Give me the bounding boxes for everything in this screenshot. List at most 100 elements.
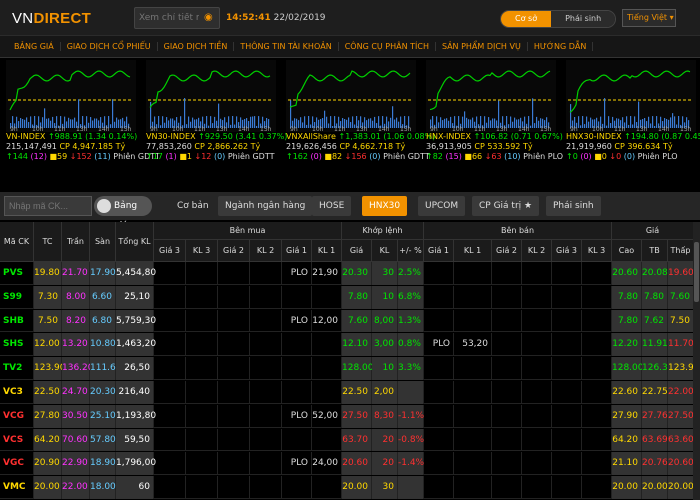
- col-header-14[interactable]: Giá 1: [424, 240, 454, 262]
- menu-item-2[interactable]: GIAO DỊCH TIỀN: [158, 42, 235, 51]
- col-header-1[interactable]: TC: [34, 222, 62, 262]
- col-header-12[interactable]: KL: [372, 240, 398, 262]
- cell-t-ng-kl: 5,759,30: [116, 309, 156, 333]
- cell-kl-2: [522, 404, 552, 428]
- eye-icon[interactable]: ◉: [204, 12, 215, 23]
- col-header-6[interactable]: KL 3: [186, 240, 218, 262]
- col-header-4[interactable]: Tổng KL: [116, 222, 154, 262]
- table-row[interactable]: S99 7.30 8.00 6.60 25,10 7.80 10 6.8% 7.80 7.80 7.…: [0, 285, 700, 309]
- volume-bar: [28, 122, 30, 128]
- cell-tr-n: 70.60: [62, 428, 90, 452]
- cell-kl-3: [582, 309, 612, 333]
- table-row[interactable]: SHS 12.00 13.20 10.80 1,463,20 12.10 3,00 0.8% P…: [0, 333, 700, 357]
- tab-base[interactable]: Cơ sở: [501, 11, 552, 27]
- index-chart-4[interactable]: 9h 10h 11h 13h 14h 15h HNX30-INDEX ↑194.80 (0.…: [566, 60, 700, 162]
- col-header-19[interactable]: KL 3: [582, 240, 612, 262]
- col-header-15[interactable]: KL 1: [454, 240, 492, 262]
- volume-bar: [230, 124, 232, 128]
- table-row[interactable]: VCS 64.20 70.60 57.80 59,50 63.70 20 -0.8% 64.20…: [0, 428, 700, 452]
- col-header-20[interactable]: Cao: [612, 240, 642, 262]
- derivatives-button[interactable]: Phái sinh: [546, 196, 601, 216]
- volume-bar: [44, 108, 46, 128]
- cell-gi-3: [552, 285, 582, 309]
- volume-bar: [304, 116, 306, 128]
- col-header-3[interactable]: Sàn: [90, 222, 116, 262]
- col-header-8[interactable]: KL 2: [250, 240, 282, 262]
- menu-item-1[interactable]: GIAO DỊCH CỔ PHIẾU: [61, 42, 158, 51]
- col-header-17[interactable]: KL 2: [522, 240, 552, 262]
- volume-bar: [530, 125, 532, 128]
- col-header-0[interactable]: Mã CK: [0, 222, 34, 262]
- volume-bar: [68, 117, 70, 128]
- index-chart-0[interactable]: 9h 10h 11h 13h 14h 15h VN-INDEX ↑988.91 (1.34 …: [6, 60, 160, 162]
- cell-kl-1: [312, 285, 342, 309]
- volume-bar: [324, 110, 326, 128]
- hnx30-button[interactable]: HNX30: [362, 196, 408, 216]
- cell-cao: 7.80: [612, 285, 642, 309]
- cell-gi-1: [282, 476, 312, 499]
- vndirect-logo[interactable]: VNDIRECT: [12, 10, 91, 27]
- tab-derivatives[interactable]: Phái sinh: [551, 11, 616, 27]
- cp-value-button[interactable]: CP Giá trị ★: [472, 196, 540, 216]
- col-header-18[interactable]: Giá 3: [552, 240, 582, 262]
- table-row[interactable]: SHB 7.50 8.20 6.80 5,759,30 PLO 12,00 7.60 8,00 1…: [0, 309, 700, 333]
- volume-bar: [302, 122, 304, 128]
- menu-item-5[interactable]: SẢN PHẨM DỊCH VỤ: [436, 42, 528, 51]
- volume-bar: [26, 117, 28, 128]
- col-header-22[interactable]: Thấp: [668, 240, 694, 262]
- index-chart-1[interactable]: 9h 10h 11h 13h 14h 15h VN30-INDEX ↑929.50 (3.4…: [146, 60, 287, 162]
- menu-item-3[interactable]: THÔNG TIN TÀI KHOẢN: [234, 42, 339, 51]
- volume-bar: [390, 117, 392, 128]
- col-header-9[interactable]: Giá 1: [282, 240, 312, 262]
- ceiling-count: (0): [310, 152, 325, 161]
- table-row[interactable]: PVS 19.80 21.70 17.90 5,454,80 PLO 21,90 20.30 3…: [0, 262, 700, 285]
- hose-button[interactable]: HOSE: [312, 196, 352, 216]
- table-row[interactable]: TV2 123.90 136.20 111.60 26,50 128.00 10 3.3% 12…: [0, 357, 700, 380]
- unchanged: ■82: [324, 152, 345, 161]
- cell-kl-2: [522, 428, 552, 452]
- cell-gi-2: [218, 476, 250, 499]
- bank-sector-button[interactable]: Ngành ngân hàng: [218, 196, 313, 216]
- cell-kl-1: [454, 262, 492, 285]
- cell-s-n: 20.30: [90, 381, 116, 404]
- col-header-13[interactable]: +/- %: [398, 240, 424, 262]
- board-switch[interactable]: Bảng giá: [94, 196, 152, 231]
- volume-bar: [70, 119, 72, 128]
- cell-gi-2: [492, 285, 522, 309]
- cell-kl-2: [250, 404, 282, 428]
- col-header-5[interactable]: Giá 3: [154, 240, 186, 262]
- col-header-11[interactable]: Giá: [342, 240, 372, 262]
- index-chart-3[interactable]: 9h 10h 11h 13h 14h 15h HNX-INDEX ↑106.82 (0.71…: [426, 60, 563, 162]
- cell-th-p: 7.60: [668, 285, 694, 309]
- volume-bar: [630, 116, 632, 128]
- col-header-2[interactable]: Trần: [62, 222, 90, 262]
- basic-button[interactable]: Cơ bản: [170, 196, 216, 216]
- table-row[interactable]: VGC 20.90 22.90 18.90 1,796,00 PLO 24,00 20.60 2…: [0, 452, 700, 476]
- table-row[interactable]: VMC 20.00 22.00 18.00 60 20.00 30 20.00 20.00 20.…: [0, 476, 700, 499]
- menu-item-0[interactable]: BẢNG GIÁ: [8, 42, 61, 51]
- cell-gi-3: [154, 476, 186, 499]
- col-header-16[interactable]: Giá 2: [492, 240, 522, 262]
- floor-count: (0): [369, 152, 384, 161]
- menu-item-6[interactable]: HƯỚNG DẪN: [528, 42, 594, 51]
- cell-gi-1: [424, 262, 454, 285]
- upcom-button[interactable]: UPCOM: [418, 196, 466, 216]
- col-header-10[interactable]: KL 1: [312, 240, 342, 262]
- volume-bar: [326, 116, 328, 128]
- col-header-21[interactable]: TB: [642, 240, 668, 262]
- cell-kl-2: [250, 262, 282, 285]
- ceiling-count: (0): [580, 152, 595, 161]
- scrollbar[interactable]: [693, 222, 700, 500]
- index-chart-2[interactable]: 9h 10h 11h 13h 14h 15h VNXAllShare ↑1,383.01 (…: [286, 60, 435, 162]
- scroll-thumb[interactable]: [694, 242, 699, 302]
- cell-gi-: 7.80: [342, 285, 372, 309]
- table-row[interactable]: VC3 22.50 24.70 20.30 216,40 22.50 2,00 22.60 22…: [0, 381, 700, 404]
- menu-item-4[interactable]: CÔNG CỤ PHÂN TÍCH: [339, 42, 436, 51]
- header: VNDIRECT ◉ 14:52:41 22/02/2019 Cơ sở Phá…: [0, 0, 700, 36]
- table-row[interactable]: VCG 27.80 30.50 25.10 1,193,80 PLO 52,00 27.50 8…: [0, 404, 700, 428]
- symbol-input[interactable]: [4, 196, 92, 216]
- language-select[interactable]: Tiếng Việt ▾: [622, 9, 676, 27]
- index-breadth-line: ↑17 (1) ■1 ↓12 (0) Phiên GDTT: [146, 152, 278, 162]
- cell-t-ng-kl: 1,463,20: [116, 333, 156, 357]
- col-header-7[interactable]: Giá 2: [218, 240, 250, 262]
